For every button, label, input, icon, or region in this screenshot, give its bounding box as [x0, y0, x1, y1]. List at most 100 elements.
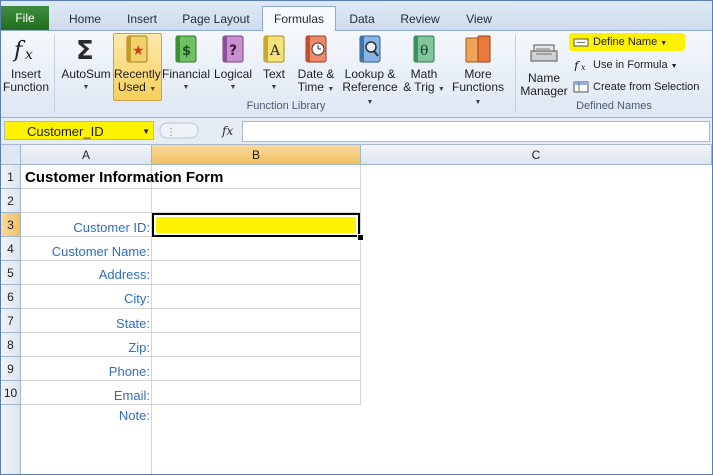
chevron-down-icon: ▼ [82, 84, 90, 91]
svg-text:f: f [573, 59, 581, 71]
svg-text:fx: fx [221, 124, 233, 138]
autosum-button[interactable]: Σ AutoSum ▼ [60, 33, 112, 94]
label-state: State: [116, 316, 150, 331]
lookup-label-2: Reference [342, 80, 398, 94]
tab-home[interactable]: Home [59, 8, 111, 30]
gridline [360, 165, 361, 405]
name-manager-button[interactable]: Name Manager [519, 37, 569, 98]
svg-text:⋮: ⋮ [166, 127, 176, 138]
math-label-2: & Trig [403, 80, 435, 94]
label-customer-name: Customer Name: [51, 244, 150, 259]
fx-small-icon: fx [573, 59, 589, 73]
sigma-icon: Σ [70, 33, 102, 66]
tab-file[interactable]: File [1, 6, 49, 30]
tab-page-layout[interactable]: Page Layout [175, 8, 257, 30]
select-all-button[interactable] [1, 145, 21, 165]
date-time-label-2: Time [297, 80, 324, 94]
gridline [21, 380, 361, 381]
use-in-formula-button[interactable]: f x Use in Formula ▼ [573, 56, 693, 74]
tab-review[interactable]: Review [391, 8, 449, 30]
row-header-11[interactable] [1, 405, 21, 474]
gridline [21, 404, 361, 405]
defined-names-group-label: Defined Names [576, 100, 652, 112]
tab-formulas[interactable]: Formulas [262, 6, 336, 32]
insert-function-button[interactable]: fx Insert Function [3, 33, 49, 94]
svg-text:$: $ [182, 44, 191, 59]
excel-window: File Home Insert Page Layout Formulas Da… [0, 0, 713, 475]
formula-input[interactable] [242, 121, 710, 142]
logical-label: Logical [213, 67, 253, 81]
theta-book-icon: θ [408, 33, 440, 65]
svg-text:★: ★ [132, 43, 145, 59]
create-from-selection-button[interactable]: Create from Selection [573, 78, 709, 96]
fill-handle[interactable] [357, 234, 364, 241]
define-name-icon [573, 36, 589, 48]
logical-button[interactable]: ? Logical ▼ [212, 33, 254, 94]
column-header-c[interactable]: C [361, 145, 712, 165]
row-header-7[interactable]: 7 [1, 309, 21, 333]
tab-insert[interactable]: Insert [115, 8, 169, 30]
stacked-books-icon [462, 33, 494, 65]
formula-bar: Customer_ID ▼ ⋮ fx [1, 118, 712, 145]
name-manager-label-2: Manager [520, 84, 568, 98]
svg-text:x: x [25, 47, 33, 63]
define-name-label: Define Name [593, 36, 658, 48]
chevron-down-icon: ▼ [660, 40, 668, 47]
text-label: Text [262, 67, 285, 81]
date-time-button[interactable]: Date & Time ▼ [294, 33, 338, 96]
ribbon-formulas: fx Insert Function Σ AutoSum ▼ ★ Recentl… [1, 31, 712, 118]
lookup-reference-button[interactable]: Lookup & Reference ▼ [339, 33, 401, 109]
label-zip: Zip: [128, 340, 150, 355]
row-header-2[interactable]: 2 [1, 189, 21, 213]
financial-label: Financial [161, 67, 211, 81]
financial-button[interactable]: $ Financial ▼ [161, 33, 211, 94]
row-header-6[interactable]: 6 [1, 285, 21, 309]
row-header-4[interactable]: 4 [1, 237, 21, 261]
row-header-5[interactable]: 5 [1, 261, 21, 285]
label-address: Address: [98, 267, 150, 282]
chevron-down-icon[interactable]: ▼ [142, 122, 150, 141]
row-header-9[interactable]: 9 [1, 357, 21, 381]
function-library-group-label: Function Library [246, 100, 326, 112]
row-header-3[interactable]: 3 [1, 213, 21, 237]
magnifier-book-icon [354, 33, 386, 65]
active-cell-b3[interactable] [152, 213, 360, 237]
gridline [21, 188, 361, 189]
separator [54, 35, 55, 113]
gridline [21, 356, 361, 357]
create-from-selection-label: Create from Selection [593, 81, 700, 93]
column-header-a[interactable]: A [21, 145, 152, 165]
math-trig-button[interactable]: θ Math & Trig ▼ [403, 33, 445, 96]
more-functions-button[interactable]: More Functions ▼ [447, 33, 509, 109]
name-box-value: Customer_ID [27, 124, 104, 139]
row-header-10[interactable]: 10 [1, 381, 21, 405]
text-button[interactable]: A Text ▼ [256, 33, 292, 94]
define-name-button[interactable]: Define Name ▼ [569, 33, 685, 51]
tab-view[interactable]: View [457, 8, 501, 30]
row-header-1[interactable]: 1 [1, 165, 21, 189]
label-note: Note: [118, 408, 150, 423]
worksheet-grid: A B C 1 2 3 4 5 6 7 8 9 10 Customer Info… [1, 145, 712, 474]
column-header-b[interactable]: B [152, 145, 361, 165]
highlighter-mark [156, 217, 356, 233]
recently-used-button[interactable]: ★ Recently Used ▼ [114, 33, 161, 96]
tab-data[interactable]: Data [341, 8, 383, 30]
gridline [21, 260, 361, 261]
chevron-down-icon: ▼ [229, 84, 237, 91]
gridline [151, 165, 152, 474]
separator [515, 35, 516, 113]
gridline [21, 308, 361, 309]
chevron-down-icon: ▼ [270, 84, 278, 91]
gridline [21, 332, 361, 333]
svg-text:x: x [581, 63, 586, 71]
svg-text:f: f [12, 38, 26, 63]
row-header-8[interactable]: 8 [1, 333, 21, 357]
formula-bar-controls: ⋮ fx [158, 121, 240, 140]
svg-text:A: A [269, 43, 281, 59]
fx-icon: fx [10, 33, 42, 65]
chevron-down-icon: ▼ [182, 84, 190, 91]
name-box[interactable]: Customer_ID ▼ [4, 121, 154, 140]
label-email: Email: [113, 388, 150, 403]
ribbon-tab-bar: File Home Insert Page Layout Formulas Da… [1, 1, 712, 32]
label-city: City: [124, 291, 150, 306]
